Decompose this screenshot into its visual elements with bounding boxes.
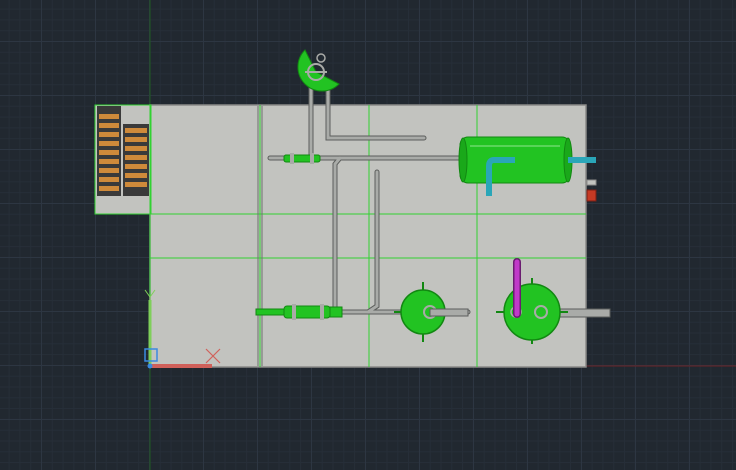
cad-model-viewport[interactable]: [0, 0, 736, 470]
drawing-canvas[interactable]: [0, 0, 736, 470]
inline-filter-top[interactable]: [283, 153, 321, 164]
ucs-origin-dot: [147, 363, 153, 369]
rotary-valve[interactable]: [297, 49, 340, 92]
terminal-box[interactable]: [586, 179, 597, 202]
